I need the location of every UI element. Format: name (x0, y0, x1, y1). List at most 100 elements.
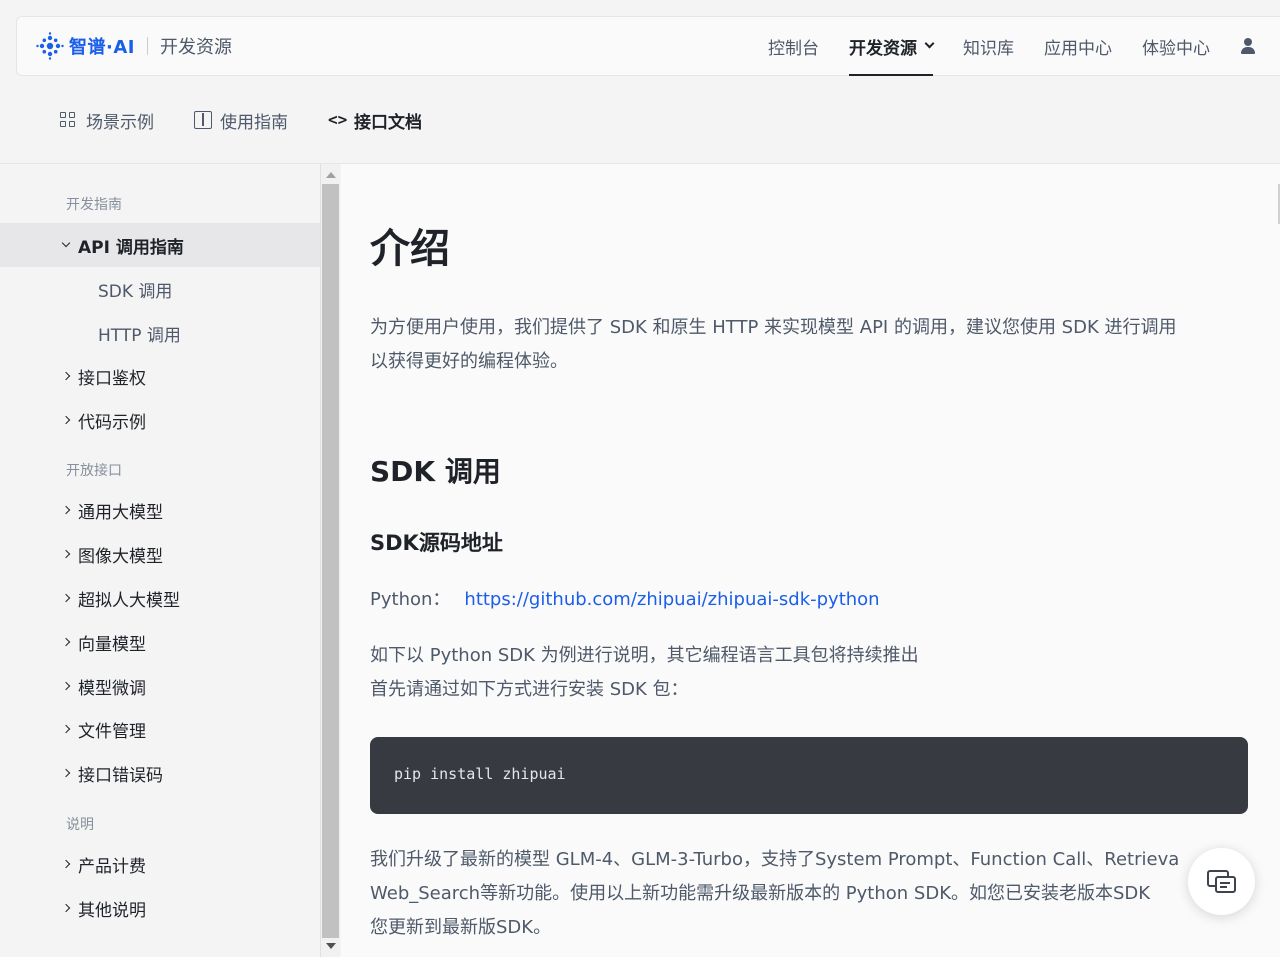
code-icon: <> (328, 110, 348, 129)
grid-icon (60, 111, 78, 129)
brand-name: 智谱·AI (69, 37, 135, 58)
chevron-right-icon (61, 859, 71, 869)
sidebar-item-general-model[interactable]: 通用大模型 (0, 488, 320, 532)
chevron-right-icon (61, 768, 71, 778)
sidebar-item-character-model[interactable]: 超拟人大模型 (0, 576, 320, 620)
sidebar-item-label: 接口错误码 (78, 765, 163, 786)
sidebar-item-label: HTTP 调用 (98, 325, 181, 346)
python-source-line: Python： https://github.com/zhipuai/zhipua… (370, 583, 880, 617)
scroll-down-arrow-icon[interactable] (326, 943, 336, 949)
sidebar-item-label: 向量模型 (78, 634, 146, 655)
sidebar-item-other[interactable]: 其他说明 (0, 886, 320, 930)
sidebar-item-code-examples[interactable]: 代码示例 (0, 398, 320, 442)
nav-console-label: 控制台 (768, 38, 819, 59)
nav-dev-resources-label: 开发资源 (849, 38, 917, 59)
nav-experience-center-label: 体验中心 (1142, 38, 1210, 59)
nav-console[interactable]: 控制台 (768, 17, 819, 75)
brand-subtitle: 开发资源 (159, 37, 232, 58)
nav-knowledge-base-label: 知识库 (963, 38, 1014, 59)
intro-line-1: 为方便用户使用，我们提供了 SDK 和原生 HTTP 来实现模型 API 的调用… (370, 317, 1177, 338)
chevron-right-icon (61, 903, 71, 913)
sidebar-item-file-mgmt[interactable]: 文件管理 (0, 707, 320, 751)
subnav-usage-guide-label: 使用指南 (220, 112, 288, 133)
sidebar-item-label: 图像大模型 (78, 546, 163, 567)
nav-app-center-label: 应用中心 (1044, 38, 1112, 59)
intro-paragraph: 为方便用户使用，我们提供了 SDK 和原生 HTTP 来实现模型 API 的调用… (370, 311, 1177, 379)
chevron-down-icon (61, 238, 71, 248)
user-icon[interactable] (1238, 36, 1258, 56)
sidebar-item-billing[interactable]: 产品计费 (0, 842, 320, 886)
sub-nav: 场景示例 使用指南 <> 接口文档 (0, 92, 422, 148)
main-content: 介绍 为方便用户使用，我们提供了 SDK 和原生 HTTP 来实现模型 API … (341, 164, 1280, 957)
subnav-usage-guide[interactable]: 使用指南 (194, 108, 288, 133)
sidebar-item-label: 接口鉴权 (78, 368, 146, 389)
nav-dev-resources[interactable]: 开发资源 (849, 17, 935, 76)
sidebar-item-label: 文件管理 (78, 721, 146, 742)
sidebar: 开发指南 API 调用指南 SDK 调用 HTTP 调用 接口鉴权 代码示例 开… (0, 164, 320, 957)
sidebar-item-label: 模型微调 (78, 678, 146, 699)
upgrade-line-2: Web_Search等新功能。使用以上新功能需升级最新版本的 Python SD… (370, 883, 1151, 904)
intro-line-2: 以获得更好的编程体验。 (370, 351, 568, 372)
book-icon (194, 111, 212, 129)
chevron-down-icon (924, 38, 935, 49)
python-label: Python： (370, 589, 451, 610)
nav-knowledge-base[interactable]: 知识库 (963, 17, 1014, 75)
nav-app-center[interactable]: 应用中心 (1044, 17, 1112, 75)
subnav-api-docs-label: 接口文档 (354, 112, 422, 133)
sidebar-item-http-call[interactable]: HTTP 调用 (0, 311, 320, 355)
sidebar-group-open-api: 开放接口 (66, 463, 122, 479)
brand-divider (146, 37, 148, 55)
chevron-right-icon (61, 415, 71, 425)
sidebar-group-notes: 说明 (66, 817, 94, 833)
sidebar-item-error-codes[interactable]: 接口错误码 (0, 751, 320, 795)
install-note-line-1: 如下以 Python SDK 为例进行说明，其它编程语言工具包将持续推出 (370, 645, 919, 666)
chevron-right-icon (61, 549, 71, 559)
sidebar-item-auth[interactable]: 接口鉴权 (0, 354, 320, 398)
brand[interactable]: 智谱·AI 开发资源 (35, 31, 232, 61)
sidebar-item-label: 其他说明 (78, 900, 146, 921)
sidebar-item-label: 代码示例 (78, 412, 146, 433)
page-title: 介绍 (370, 226, 450, 272)
upgrade-paragraph: 我们升级了最新的模型 GLM-4、GLM-3-Turbo，支持了System P… (370, 843, 1179, 945)
subsection-heading-sdk-source: SDK源码地址 (370, 531, 503, 555)
upgrade-line-1: 我们升级了最新的模型 GLM-4、GLM-3-Turbo，支持了System P… (370, 849, 1180, 870)
sidebar-item-label: SDK 调用 (98, 281, 173, 302)
zhipu-logo-icon (36, 32, 64, 60)
scroll-up-arrow-icon[interactable] (326, 172, 336, 178)
code-block[interactable]: pip install zhipuai (370, 737, 1248, 814)
sidebar-item-label: 超拟人大模型 (78, 590, 180, 611)
sidebar-item-fine-tune[interactable]: 模型微调 (0, 664, 320, 708)
sidebar-group-dev-guide: 开发指南 (66, 197, 122, 213)
code-text: pip install zhipuai (394, 765, 566, 783)
chat-button[interactable] (1188, 848, 1255, 915)
chat-icon-front (1215, 876, 1236, 893)
nav-experience-center[interactable]: 体验中心 (1142, 17, 1210, 75)
chat-icon-line (1220, 886, 1227, 888)
sidebar-scrollbar[interactable] (320, 164, 340, 957)
chevron-right-icon (61, 505, 71, 515)
chat-icon-line (1220, 882, 1230, 884)
sidebar-item-label: 产品计费 (78, 856, 146, 877)
top-header: 智谱·AI 开发资源 控制台 开发资源 知识库 应用中心 体验中心 (16, 16, 1280, 76)
chevron-right-icon (61, 637, 71, 647)
sidebar-item-api-guide[interactable]: API 调用指南 (0, 223, 320, 267)
chevron-right-icon (61, 371, 71, 381)
sidebar-item-label: 通用大模型 (78, 502, 163, 523)
install-note: 如下以 Python SDK 为例进行说明，其它编程语言工具包将持续推出 首先请… (370, 639, 919, 707)
sidebar-item-sdk-call[interactable]: SDK 调用 (0, 267, 320, 311)
python-sdk-link[interactable]: https://github.com/zhipuai/zhipuai-sdk-p… (464, 589, 879, 610)
top-nav: 控制台 开发资源 知识库 应用中心 体验中心 (768, 17, 1280, 76)
subnav-api-docs[interactable]: <> 接口文档 (328, 108, 422, 133)
sidebar-item-label: API 调用指南 (78, 237, 184, 258)
chevron-right-icon (61, 593, 71, 603)
upgrade-line-3: 您更新到最新版SDK。 (370, 917, 552, 938)
sidebar-item-image-model[interactable]: 图像大模型 (0, 532, 320, 576)
chevron-right-icon (61, 681, 71, 691)
chevron-right-icon (61, 724, 71, 734)
section-heading-sdk: SDK 调用 (370, 455, 501, 488)
subnav-scenarios[interactable]: 场景示例 (60, 108, 154, 133)
sidebar-item-vector-model[interactable]: 向量模型 (0, 620, 320, 664)
scrollbar-thumb[interactable] (322, 184, 339, 938)
subnav-scenarios-label: 场景示例 (86, 112, 154, 133)
install-note-line-2: 首先请通过如下方式进行安装 SDK 包： (370, 679, 689, 700)
